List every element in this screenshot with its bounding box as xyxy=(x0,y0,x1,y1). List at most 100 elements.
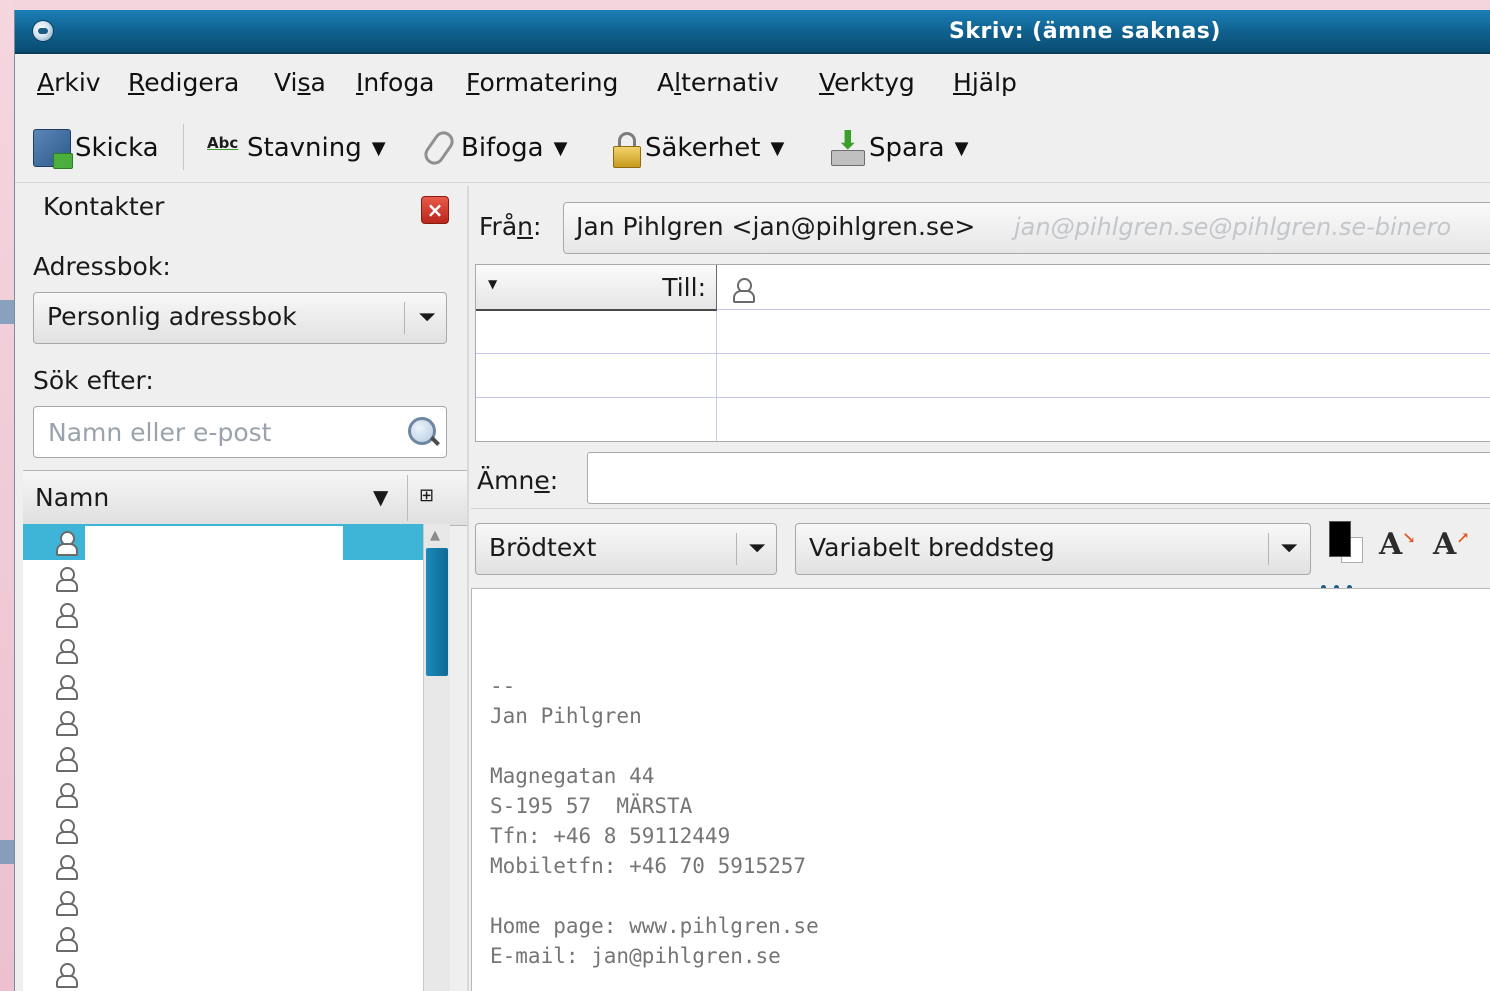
recipients-grid: ▼ Till: xyxy=(475,264,1490,442)
attach-dropdown-icon[interactable]: ▼ xyxy=(554,138,568,159)
contact-row[interactable] xyxy=(23,596,423,632)
attach-label: Bifoga xyxy=(461,133,544,163)
person-icon xyxy=(55,746,78,772)
person-icon xyxy=(55,566,78,592)
lock-icon xyxy=(611,130,641,168)
menu-format[interactable]: Formatering xyxy=(466,68,618,97)
grid-line xyxy=(476,397,1490,398)
contact-row[interactable] xyxy=(23,812,423,848)
column-picker-icon[interactable]: ⊞ xyxy=(419,485,434,506)
contact-row[interactable] xyxy=(23,668,423,704)
chevron-down-icon[interactable]: ⏷ xyxy=(412,305,442,330)
compose-window: Skriv: (ämne saknas) Arkiv Redigera Visa… xyxy=(14,10,1490,991)
addressbook-select[interactable]: Personlig adressbok ⏷ xyxy=(33,292,447,344)
sidebar-title: Kontakter xyxy=(43,192,165,221)
contact-row[interactable] xyxy=(23,956,423,991)
save-icon xyxy=(829,126,865,166)
combo-separator xyxy=(404,302,405,334)
recipient-type-select[interactable]: ▼ Till: xyxy=(476,265,717,311)
scrollbar-thumb[interactable] xyxy=(426,548,448,676)
from-value: Jan Pihlgren <jan@pihlgren.se> xyxy=(576,212,976,241)
grid-line xyxy=(476,353,1490,354)
chevron-down-icon[interactable]: ▼ xyxy=(488,277,497,291)
subject-label: Ämne: xyxy=(477,466,559,495)
to-label: Till: xyxy=(662,273,706,302)
contact-row-selected[interactable] xyxy=(23,524,423,560)
search-input[interactable] xyxy=(46,415,390,449)
paperclip-icon xyxy=(420,127,458,169)
title-bar[interactable]: Skriv: (ämne saknas) xyxy=(15,10,1490,54)
font-smaller-icon[interactable]: A↘ xyxy=(1379,527,1416,562)
spellcheck-icon: Abc xyxy=(207,130,243,166)
save-dropdown-icon[interactable]: ▼ xyxy=(955,138,969,159)
save-label: Spara xyxy=(869,133,945,163)
signature-text[interactable]: -- Jan Pihlgren Magnegatan 44 S-195 57 M… xyxy=(490,671,819,971)
addressbook-value: Personlig adressbok xyxy=(47,302,297,331)
contact-row[interactable] xyxy=(23,560,423,596)
menu-insert[interactable]: Infoga xyxy=(356,68,435,97)
contact-row[interactable] xyxy=(23,632,423,668)
menu-help[interactable]: Hjälp xyxy=(953,68,1017,97)
menu-options[interactable]: Alternativ xyxy=(657,68,779,97)
menu-bar: Arkiv Redigera Visa Infoga Formatering A… xyxy=(15,54,1490,112)
person-icon xyxy=(55,782,78,808)
send-label: Skicka xyxy=(75,133,159,163)
save-button[interactable]: Spara ▼ xyxy=(829,126,969,168)
subject-input[interactable] xyxy=(598,461,1482,495)
font-select[interactable]: Variabelt breddsteg ⏷ xyxy=(795,523,1311,575)
contact-row[interactable] xyxy=(23,704,423,740)
menu-edit[interactable]: Redigera xyxy=(128,68,239,97)
spelling-dropdown-icon[interactable]: ▼ xyxy=(372,138,386,159)
desktop-background xyxy=(0,0,14,991)
close-icon[interactable]: × xyxy=(421,196,449,224)
compose-area: Från: Jan Pihlgren <jan@pihlgren.se> jan… xyxy=(471,186,1490,991)
toolbar-separator xyxy=(183,124,184,170)
contact-row[interactable] xyxy=(23,848,423,884)
spelling-label: Stavning xyxy=(247,133,362,163)
security-label: Säkerhet xyxy=(645,133,761,163)
message-body[interactable]: -- Jan Pihlgren Magnegatan 44 S-195 57 M… xyxy=(471,588,1490,991)
spellcheck-icon-text: Abc xyxy=(207,134,239,152)
search-icon[interactable] xyxy=(408,417,436,445)
desktop-fleck xyxy=(0,840,14,864)
font-larger-icon[interactable]: A↗ xyxy=(1433,527,1470,562)
contact-search xyxy=(33,406,447,458)
menu-tools[interactable]: Verktyg xyxy=(819,68,915,97)
chevron-down-icon[interactable]: ⏷ xyxy=(742,536,772,561)
main-toolbar: Skicka Abc Stavning ▼ Bifoga ▼ Säkerhet … xyxy=(15,114,1490,183)
text-color-swatch[interactable] xyxy=(1329,521,1351,557)
contact-row[interactable] xyxy=(23,884,423,920)
from-identity-hint: jan@pihlgren.se@pihlgren.se-binero xyxy=(1014,213,1452,241)
contact-row[interactable] xyxy=(23,920,423,956)
contacts-list xyxy=(23,524,423,991)
combo-separator xyxy=(736,533,737,565)
sidebar-splitter[interactable] xyxy=(467,186,469,991)
addressbook-label: Adressbok: xyxy=(33,252,171,281)
menu-view[interactable]: Visa xyxy=(274,68,326,97)
scroll-up-icon[interactable]: ▲ xyxy=(430,528,440,543)
menu-file[interactable]: Arkiv xyxy=(37,68,101,97)
paragraph-format-select[interactable]: Brödtext ⏷ xyxy=(475,523,777,575)
attach-button[interactable]: Bifoga ▼ xyxy=(419,127,568,169)
person-icon xyxy=(55,602,78,628)
redacted-name xyxy=(85,526,343,560)
person-icon xyxy=(55,890,78,916)
subject-box xyxy=(587,452,1490,504)
app-icon[interactable] xyxy=(33,21,53,41)
from-select[interactable]: Jan Pihlgren <jan@pihlgren.se> jan@pihlg… xyxy=(563,202,1490,254)
spelling-button[interactable]: Abc Stavning ▼ xyxy=(207,128,386,168)
chevron-down-icon[interactable]: ⏷ xyxy=(1274,536,1304,561)
send-button[interactable]: Skicka xyxy=(33,128,159,169)
person-icon xyxy=(732,277,755,303)
person-icon xyxy=(55,818,78,844)
security-button[interactable]: Säkerhet ▼ xyxy=(611,128,784,168)
font-value: Variabelt breddsteg xyxy=(809,533,1055,562)
security-dropdown-icon[interactable]: ▼ xyxy=(770,138,784,159)
sort-down-icon[interactable]: ▼ xyxy=(373,485,388,509)
contact-row[interactable] xyxy=(23,776,423,812)
contacts-scrollbar[interactable]: ▲ xyxy=(423,524,450,991)
column-name-header[interactable]: Namn xyxy=(35,483,109,512)
contact-row[interactable] xyxy=(23,740,423,776)
paragraph-format-value: Brödtext xyxy=(489,533,597,562)
column-separator xyxy=(407,475,408,521)
